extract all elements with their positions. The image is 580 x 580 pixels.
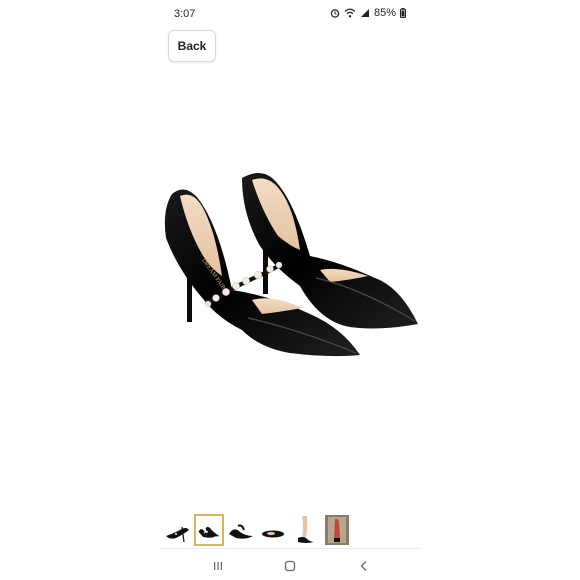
divider: [160, 548, 420, 549]
alarm-icon: [330, 9, 340, 18]
home-icon[interactable]: [278, 556, 302, 576]
thumbnail-5[interactable]: [290, 514, 320, 546]
back-button[interactable]: Back: [168, 30, 216, 62]
navigation-bar: [160, 552, 420, 580]
status-icons: 85%: [330, 7, 406, 19]
phone-screen: 3:07 85% Back DREAM PAIRS: [160, 0, 420, 580]
wifi-icon: [344, 8, 356, 18]
thumbnail-3[interactable]: [226, 514, 256, 546]
thumbnail-2[interactable]: [194, 514, 224, 546]
status-time: 3:07: [174, 8, 196, 20]
thumbnail-6[interactable]: [322, 514, 352, 546]
recent-apps-icon[interactable]: [206, 556, 230, 576]
back-nav-icon[interactable]: [352, 556, 376, 576]
signal-icon: [360, 9, 369, 17]
thumbnail-strip: [160, 510, 420, 550]
product-image[interactable]: DREAM PAIRS: [160, 150, 420, 380]
battery-percent: 85%: [373, 7, 396, 19]
thumbnail-1[interactable]: [162, 514, 192, 546]
battery-icon: [400, 8, 406, 18]
status-bar: 3:07 85%: [160, 0, 420, 28]
thumbnail-4[interactable]: [258, 514, 288, 546]
